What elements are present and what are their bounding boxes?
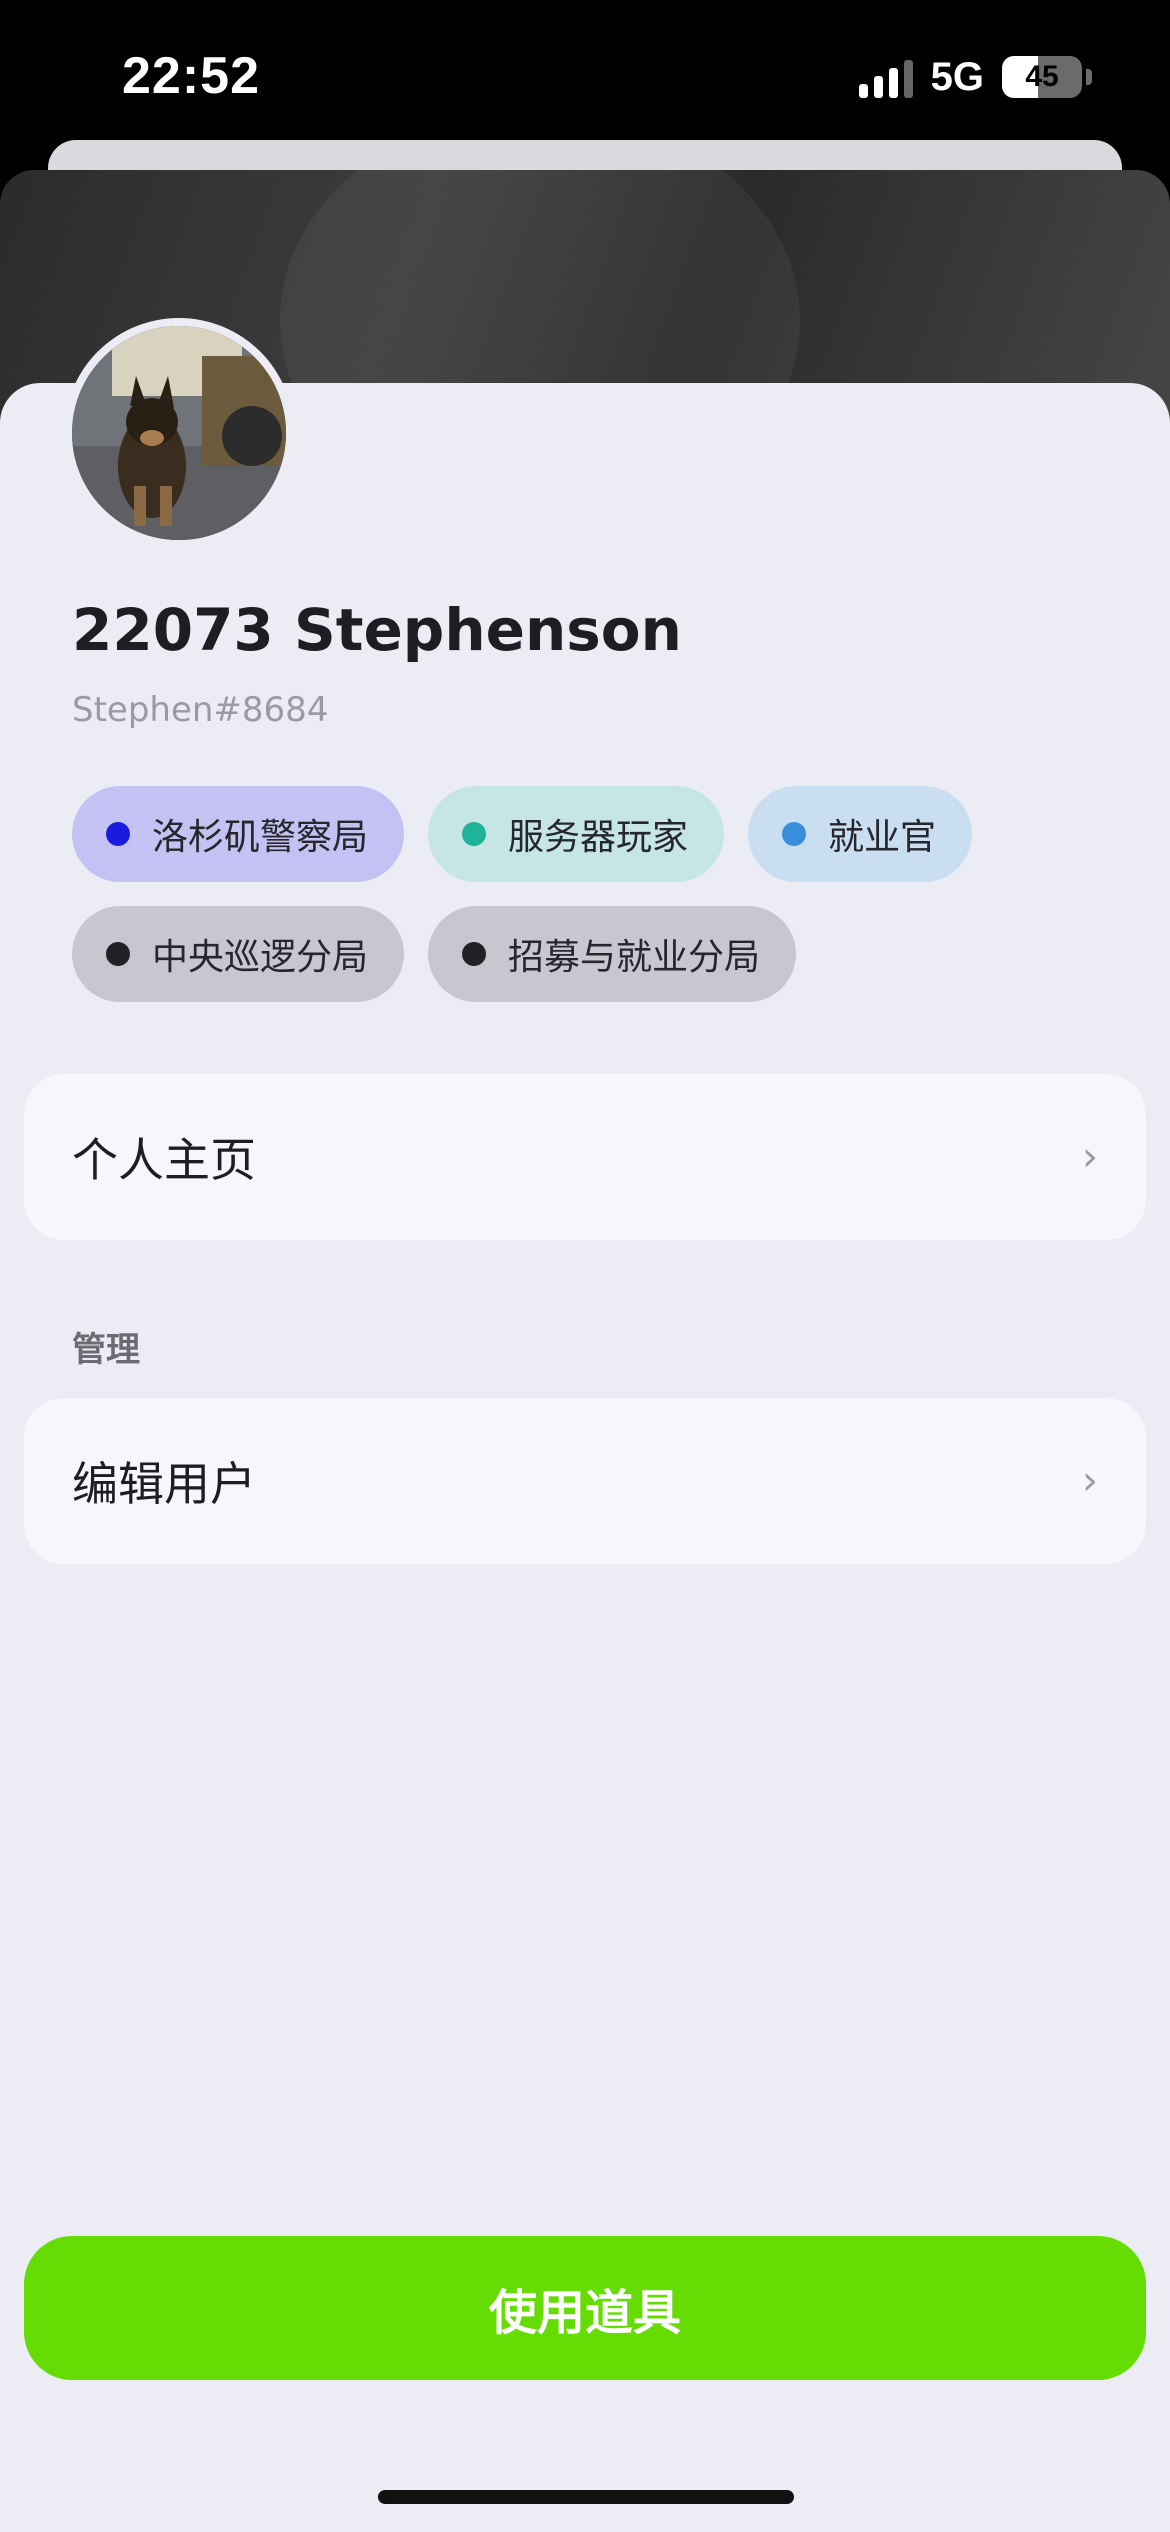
role-dot-icon <box>462 822 487 846</box>
avatar-image <box>72 326 286 540</box>
avatar[interactable] <box>64 318 294 548</box>
role-tag[interactable]: 洛杉矶警察局 <box>72 786 405 882</box>
role-tag[interactable]: 招募与就业分局 <box>428 906 797 1002</box>
role-tag-label: 洛杉矶警察局 <box>152 817 369 858</box>
edit-user-label: 编辑用户 <box>72 1457 256 1511</box>
role-dot-icon <box>462 942 487 966</box>
profile-page-label: 个人主页 <box>72 1133 256 1187</box>
role-tag[interactable]: 中央巡逻分局 <box>72 906 405 1002</box>
dog-photo-icon <box>72 326 286 540</box>
use-item-button[interactable]: 使用道具 <box>24 2236 1146 2380</box>
status-indicators: 5G 45 <box>858 52 1092 102</box>
role-dot-icon <box>106 822 130 846</box>
profile-page-row[interactable]: 个人主页 › <box>24 1074 1146 1240</box>
role-tag-label: 中央巡逻分局 <box>152 937 369 978</box>
battery-icon: 45 <box>1002 56 1082 98</box>
home-indicator[interactable] <box>378 2490 794 2504</box>
battery-cap <box>1086 69 1092 85</box>
status-bar: 22:52 5G 45 <box>0 0 1170 160</box>
chevron-right-icon: › <box>1082 1134 1098 1180</box>
role-tag-label: 服务器玩家 <box>508 817 689 858</box>
profile-handle: Stephen#8684 <box>72 690 329 730</box>
network-type: 5G <box>930 54 984 99</box>
edit-user-row[interactable]: 编辑用户 › <box>24 1398 1146 1564</box>
status-time: 22:52 <box>122 47 260 105</box>
role-tag[interactable]: 服务器玩家 <box>428 786 725 882</box>
role-dot-icon <box>782 822 807 846</box>
role-dot-icon <box>106 942 130 966</box>
section-title-manage: 管理 <box>72 1330 140 1370</box>
role-tags: 洛杉矶警察局 服务器玩家 就业官中央巡逻分局 招募与就业分局 <box>72 786 1112 1002</box>
battery-level: 45 <box>1025 60 1059 93</box>
signal-icon <box>858 56 913 98</box>
role-tag[interactable]: 就业官 <box>748 786 973 882</box>
role-tag-label: 就业官 <box>828 817 937 858</box>
profile-name: 22073 Stephenson <box>72 596 682 664</box>
role-tag-label: 招募与就业分局 <box>508 937 761 978</box>
chevron-right-icon: › <box>1082 1458 1098 1504</box>
